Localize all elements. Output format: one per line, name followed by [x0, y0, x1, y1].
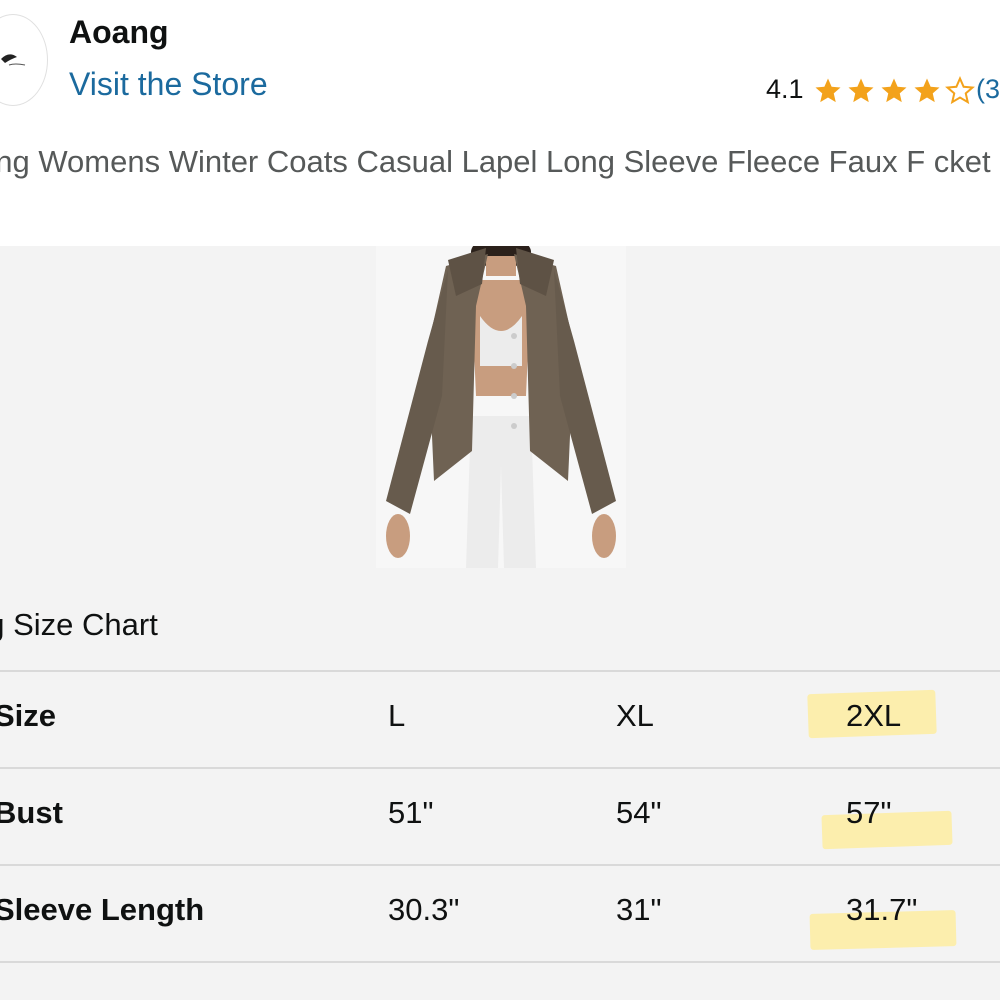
table-cell: 2XL — [846, 698, 902, 733]
star-empty-icon — [945, 76, 975, 105]
table-cell: 31" — [616, 892, 662, 927]
rating-count-link[interactable]: (3 — [976, 74, 1000, 105]
table-cell: L — [388, 698, 406, 733]
table-cell: 54" — [616, 795, 662, 830]
size-chart-table: Size L XL 2XL Bust 51" 54" 57" Sleeve Le… — [0, 670, 1000, 963]
rating-value: 4.1 — [766, 74, 804, 104]
row-label: Size — [0, 698, 57, 733]
table-row: Size L XL 2XL — [0, 670, 1000, 767]
logo-mark-icon — [1, 54, 26, 66]
size-chart-title: ng Size Chart — [0, 607, 158, 642]
table-cell: XL — [616, 698, 654, 733]
star-full-icon — [848, 78, 874, 103]
table-cell: 57" — [846, 795, 892, 830]
product-page: Aoang Visit the Store 4.1 (3 ang Womens … — [0, 0, 1000, 1000]
visit-store-link[interactable]: Visit the Store — [69, 66, 268, 103]
brand-name: Aoang — [69, 14, 169, 50]
product-image[interactable] — [376, 246, 626, 568]
star-full-icon — [914, 78, 940, 103]
table-cell: 51" — [388, 795, 434, 830]
star-rating[interactable] — [812, 76, 976, 106]
table-row: Sleeve Length 30.3" 31" 31.7" — [0, 864, 1000, 963]
table-row: Bust 51" 54" 57" — [0, 767, 1000, 864]
product-title: ang Womens Winter Coats Casual Lapel Lon… — [0, 144, 991, 179]
star-full-icon — [881, 78, 907, 103]
brand-logo[interactable] — [0, 14, 48, 106]
row-label: Sleeve Length — [0, 892, 205, 927]
star-full-icon — [815, 78, 841, 103]
row-label: Bust — [0, 795, 63, 830]
table-cell: 31.7" — [846, 892, 918, 927]
table-cell: 30.3" — [388, 892, 460, 927]
